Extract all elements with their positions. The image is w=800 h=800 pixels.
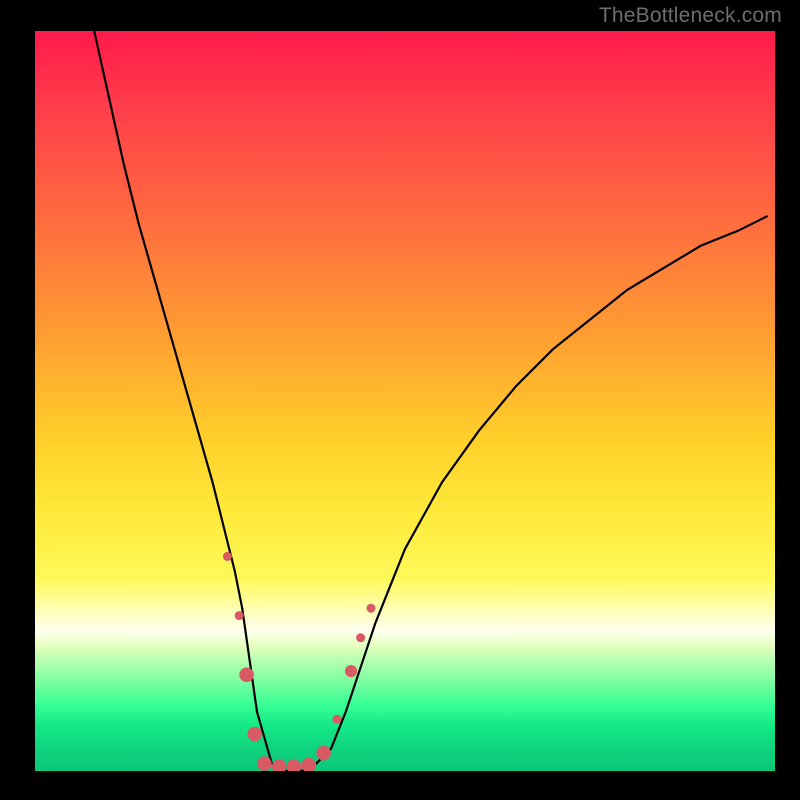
scatter-marker [223, 552, 232, 561]
scatter-marker [239, 668, 254, 683]
scatter-marker [272, 759, 287, 771]
scatter-marker [345, 665, 357, 677]
scatter-marker [257, 756, 272, 771]
scatter-marker [356, 633, 365, 642]
scatter-marker [332, 715, 341, 724]
chart-svg [35, 31, 775, 771]
chart-plot-area [35, 31, 775, 771]
marker-layer [223, 552, 376, 771]
scatter-marker [287, 759, 302, 771]
scatter-marker [235, 611, 244, 620]
watermark-text: TheBottleneck.com [599, 4, 782, 28]
scatter-marker [367, 604, 376, 613]
scatter-marker [302, 758, 317, 771]
bottleneck-curve [94, 31, 767, 771]
scatter-marker [316, 746, 331, 761]
scatter-marker [248, 727, 263, 742]
